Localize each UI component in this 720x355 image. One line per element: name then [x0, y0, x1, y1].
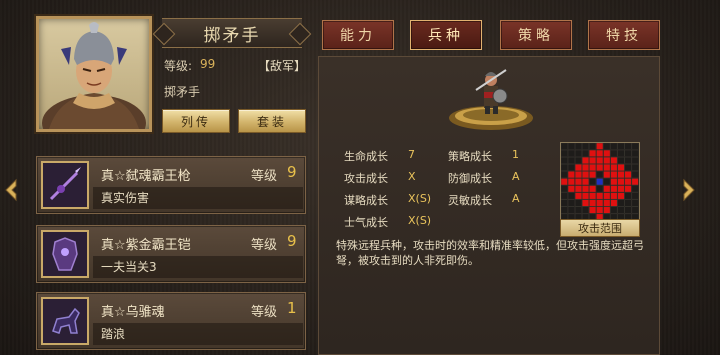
hero-name: 掷矛手 — [203, 25, 261, 46]
strategy-growth-label: 策略成长 — [448, 150, 492, 163]
int-growth-label: 谋略成长 — [344, 194, 388, 207]
set-button[interactable]: 套装 — [238, 109, 306, 133]
tab-unit-type[interactable]: 兵种 — [410, 20, 482, 50]
def-growth-value: A — [512, 170, 520, 183]
equipment-level-label: 等级 — [251, 169, 278, 184]
equipment-name: 真☆弑魂霸王枪 — [101, 169, 191, 184]
equipment-card[interactable]: 真☆乌骓魂 等级 1 踏浪 — [36, 292, 306, 350]
agi-growth-value: A — [512, 192, 520, 205]
unit-description: 特殊远程兵种，攻击时的效率和精准率较低，但攻击强度远超弓弩，被攻击到的人非死即伤… — [336, 239, 644, 267]
armor-icon — [41, 230, 89, 278]
hero-level-value: 99 — [200, 57, 216, 71]
int-growth-value: X(S) — [408, 192, 432, 205]
bio-button[interactable]: 列传 — [162, 109, 230, 133]
equipment-level: 1 — [287, 299, 297, 317]
morale-growth-label: 士气成长 — [344, 216, 388, 229]
hero-portrait — [36, 16, 152, 132]
hero-faction: 【敌军】 — [258, 59, 307, 73]
hero-unit-type: 掷矛手 — [164, 85, 201, 99]
attack-range-label: 攻击范围 — [560, 219, 640, 237]
attack-range-grid — [560, 142, 640, 222]
atk-growth-value: X — [408, 170, 416, 183]
tab-ability[interactable]: 能力 — [322, 20, 394, 50]
equipment-desc: 一夫当关3 — [93, 256, 303, 278]
equipment-name: 真☆乌骓魂 — [101, 305, 165, 320]
spear-icon — [41, 161, 89, 209]
equipment-level: 9 — [287, 163, 297, 181]
prev-arrow-icon[interactable] — [0, 175, 22, 205]
equipment-card[interactable]: 真☆紫金霸王铠 等级 9 一夫当关3 — [36, 225, 306, 283]
equipment-level: 9 — [287, 232, 297, 250]
strategy-growth-value: 1 — [512, 148, 519, 161]
hp-growth-value: 7 — [408, 148, 415, 161]
unit-figure — [446, 60, 536, 134]
agi-growth-label: 灵敏成长 — [448, 194, 492, 207]
equipment-desc: 真实伤害 — [93, 187, 303, 209]
horse-icon — [41, 297, 89, 345]
def-growth-label: 防御成长 — [448, 172, 492, 185]
hp-growth-label: 生命成长 — [344, 150, 388, 163]
hero-name-plate: 掷矛手 — [162, 18, 302, 48]
equipment-level-label: 等级 — [251, 305, 278, 320]
next-arrow-icon[interactable] — [678, 175, 700, 205]
equipment-desc: 踏浪 — [93, 323, 303, 345]
atk-growth-label: 攻击成长 — [344, 172, 388, 185]
tab-skill[interactable]: 特技 — [588, 20, 660, 50]
morale-growth-value: X(S) — [408, 214, 432, 227]
equipment-name: 真☆紫金霸王铠 — [101, 238, 191, 253]
hero-portrait-image — [42, 22, 146, 129]
tab-strategy[interactable]: 策略 — [500, 20, 572, 50]
hero-level-label: 等级: — [164, 59, 193, 73]
equipment-card[interactable]: 真☆弑魂霸王枪 等级 9 真实伤害 — [36, 156, 306, 214]
equipment-level-label: 等级 — [251, 238, 278, 253]
